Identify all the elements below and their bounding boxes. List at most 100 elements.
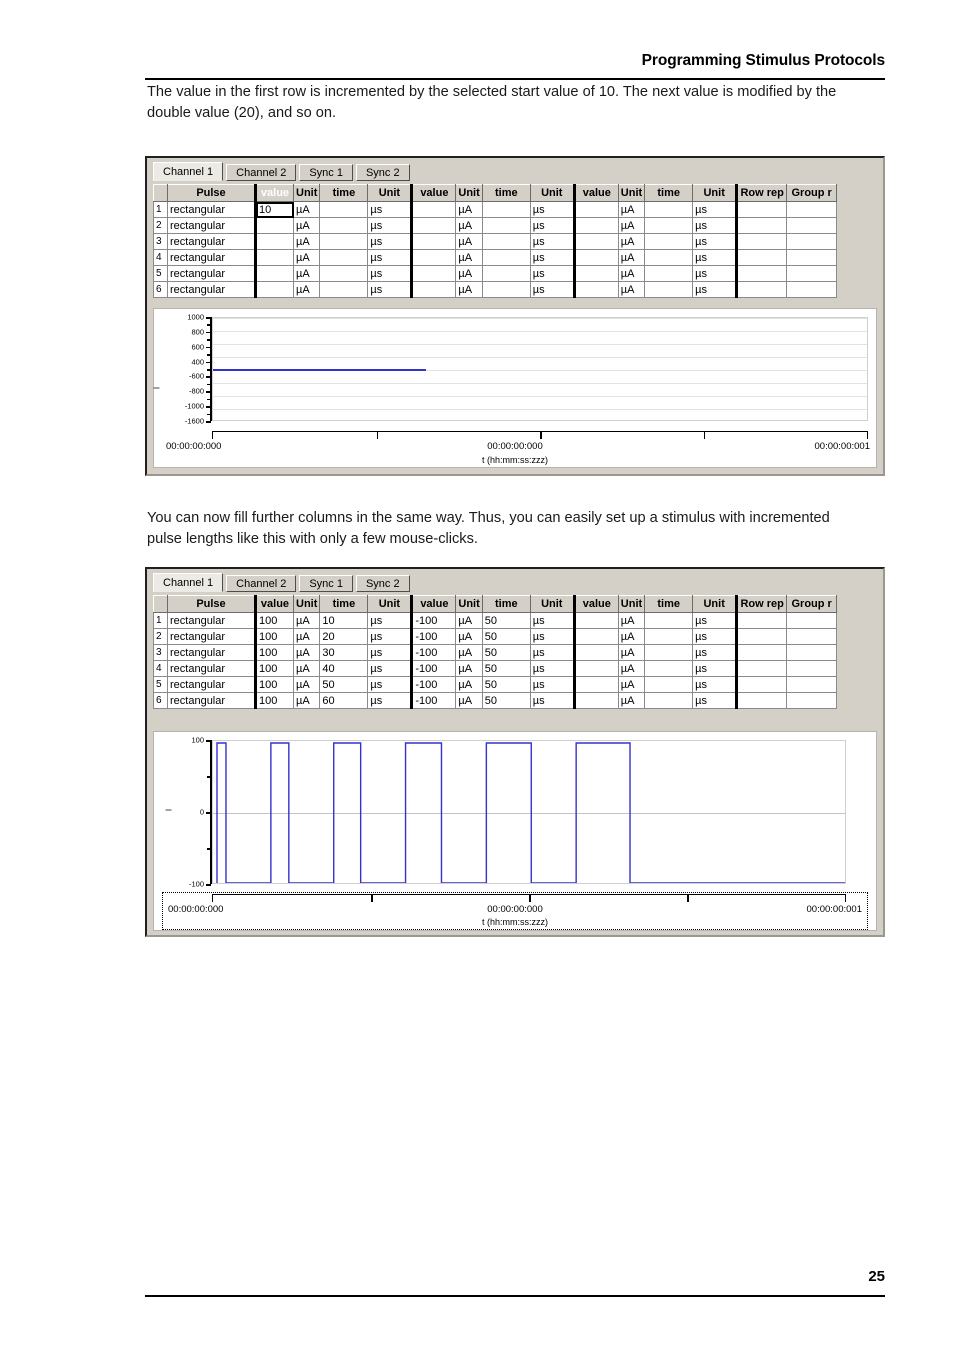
column-header-time[interactable]: time xyxy=(481,184,531,202)
table-row[interactable]: 5 rectangular 100 µA 50 µs -100 µA 50 µs µA µs xyxy=(153,676,838,693)
column-header-value[interactable]: value xyxy=(410,184,457,202)
cell-rowrep[interactable] xyxy=(735,692,788,709)
cell-ut1[interactable]: µs xyxy=(367,217,414,234)
cell-u1[interactable]: µA xyxy=(292,692,321,709)
column-header-unit[interactable]: Unit xyxy=(529,595,576,613)
cell-u1[interactable]: µA xyxy=(292,612,321,629)
column-header-time[interactable]: time xyxy=(319,184,369,202)
cell-t1[interactable]: 60 xyxy=(319,692,369,709)
cell-t1[interactable] xyxy=(319,281,369,298)
cell-t2[interactable] xyxy=(481,217,531,234)
column-header-row-rep[interactable]: Row rep xyxy=(735,184,788,202)
cell-t2[interactable]: 50 xyxy=(481,692,531,709)
table-row[interactable]: 2 rectangular 100 µA 20 µs -100 µA 50 µs µA µs xyxy=(153,628,838,645)
cell-v2[interactable] xyxy=(410,233,457,250)
cell-u3[interactable]: µA xyxy=(617,201,646,218)
cell-v2[interactable]: -100 xyxy=(410,676,457,693)
cell-u1[interactable]: µA xyxy=(292,233,321,250)
cell-t1[interactable] xyxy=(319,201,369,218)
cell-u1[interactable]: µA xyxy=(292,265,321,282)
cell-ut1[interactable]: µs xyxy=(367,201,414,218)
cell-t1[interactable] xyxy=(319,217,369,234)
cell-pulse[interactable]: rectangular xyxy=(167,628,256,645)
cell-pulse[interactable]: rectangular xyxy=(167,692,256,709)
cell-u1[interactable]: µA xyxy=(292,281,321,298)
cell-pulse[interactable]: rectangular xyxy=(167,233,256,250)
tab-sync-2[interactable]: Sync 2 xyxy=(355,164,410,181)
column-header-value[interactable]: value xyxy=(254,184,294,202)
cell-t3[interactable] xyxy=(644,281,694,298)
cell-ut2[interactable]: µs xyxy=(529,612,576,629)
cell-u2[interactable]: µA xyxy=(455,201,483,218)
cell-ut1[interactable]: µs xyxy=(367,660,414,677)
cell-v2[interactable]: -100 xyxy=(410,644,457,661)
tab-channel-2[interactable]: Channel 2 xyxy=(226,575,297,592)
cell-u3[interactable]: µA xyxy=(617,249,646,266)
cell-u3[interactable]: µA xyxy=(617,233,646,250)
cell-ut1[interactable]: µs xyxy=(367,612,414,629)
cell-v1[interactable]: 40 xyxy=(254,249,294,266)
cell-u1[interactable]: µA xyxy=(292,628,321,645)
cell-u2[interactable]: µA xyxy=(455,249,483,266)
column-header-time[interactable]: time xyxy=(644,184,694,202)
cell-t2[interactable] xyxy=(481,265,531,282)
cell-t3[interactable] xyxy=(644,249,694,266)
cell-t3[interactable] xyxy=(644,217,694,234)
cell-v2[interactable]: -100 xyxy=(410,660,457,677)
cell-t3[interactable] xyxy=(644,676,694,693)
cell-t2[interactable]: 50 xyxy=(481,628,531,645)
cell-v3[interactable] xyxy=(572,676,619,693)
column-header-unit[interactable]: Unit xyxy=(455,184,483,202)
cell-groupr[interactable] xyxy=(786,265,838,282)
cell-v3[interactable] xyxy=(572,201,619,218)
column-header-group-r[interactable]: Group r xyxy=(786,184,838,202)
cell-groupr[interactable] xyxy=(786,644,838,661)
cell-rowrep[interactable] xyxy=(735,201,788,218)
cell-groupr[interactable] xyxy=(786,660,838,677)
table-row[interactable]: 2 rectangular 20 µA µs µA µs µA µs xyxy=(153,217,838,234)
cell-v1[interactable]: 60 xyxy=(254,281,294,298)
cell-rowrep[interactable] xyxy=(735,249,788,266)
cell-v2[interactable] xyxy=(410,281,457,298)
tab-channel-1[interactable]: Channel 1 xyxy=(153,573,224,592)
cell-t1[interactable]: 50 xyxy=(319,676,369,693)
cell-u3[interactable]: µA xyxy=(617,265,646,282)
column-header-pulse[interactable]: Pulse xyxy=(167,595,256,613)
cell-ut2[interactable]: µs xyxy=(529,644,576,661)
cell-t1[interactable] xyxy=(319,233,369,250)
cell-ut3[interactable]: µs xyxy=(692,612,739,629)
cell-v1[interactable]: 10 xyxy=(254,201,294,218)
table-row[interactable]: 6 rectangular 60 µA µs µA µs µA µs xyxy=(153,281,838,298)
cell-u2[interactable]: µA xyxy=(455,692,483,709)
cell-v2[interactable] xyxy=(410,201,457,218)
cell-groupr[interactable] xyxy=(786,249,838,266)
column-header-unit[interactable]: Unit xyxy=(529,184,576,202)
tab-sync-1[interactable]: Sync 1 xyxy=(299,164,353,181)
cell-ut2[interactable]: µs xyxy=(529,217,576,234)
table-row[interactable]: 1 rectangular 10 µA µs µA µs µA µs xyxy=(153,201,838,218)
cell-v3[interactable] xyxy=(572,692,619,709)
cell-u3[interactable]: µA xyxy=(617,628,646,645)
cell-rowrep[interactable] xyxy=(735,612,788,629)
cell-v1[interactable]: 30 xyxy=(254,233,294,250)
cell-v3[interactable] xyxy=(572,233,619,250)
cell-ut3[interactable]: µs xyxy=(692,644,739,661)
cell-pulse[interactable]: rectangular xyxy=(167,217,256,234)
cell-t3[interactable] xyxy=(644,201,694,218)
cell-v1[interactable]: 100 xyxy=(254,628,294,645)
cell-t1[interactable]: 40 xyxy=(319,660,369,677)
cell-v1[interactable]: 20 xyxy=(254,217,294,234)
cell-groupr[interactable] xyxy=(786,233,838,250)
cell-t2[interactable]: 50 xyxy=(481,660,531,677)
cell-groupr[interactable] xyxy=(786,676,838,693)
column-header-value[interactable]: value xyxy=(410,595,457,613)
column-header-unit[interactable]: Unit xyxy=(617,184,646,202)
table-row[interactable]: 3 rectangular 100 µA 30 µs -100 µA 50 µs µA µs xyxy=(153,644,838,661)
column-header-unit[interactable]: Unit xyxy=(367,595,414,613)
cell-ut1[interactable]: µs xyxy=(367,281,414,298)
cell-u1[interactable]: µA xyxy=(292,201,321,218)
cell-ut1[interactable]: µs xyxy=(367,265,414,282)
cell-u2[interactable]: µA xyxy=(455,217,483,234)
cell-t2[interactable]: 50 xyxy=(481,612,531,629)
cell-ut3[interactable]: µs xyxy=(692,660,739,677)
